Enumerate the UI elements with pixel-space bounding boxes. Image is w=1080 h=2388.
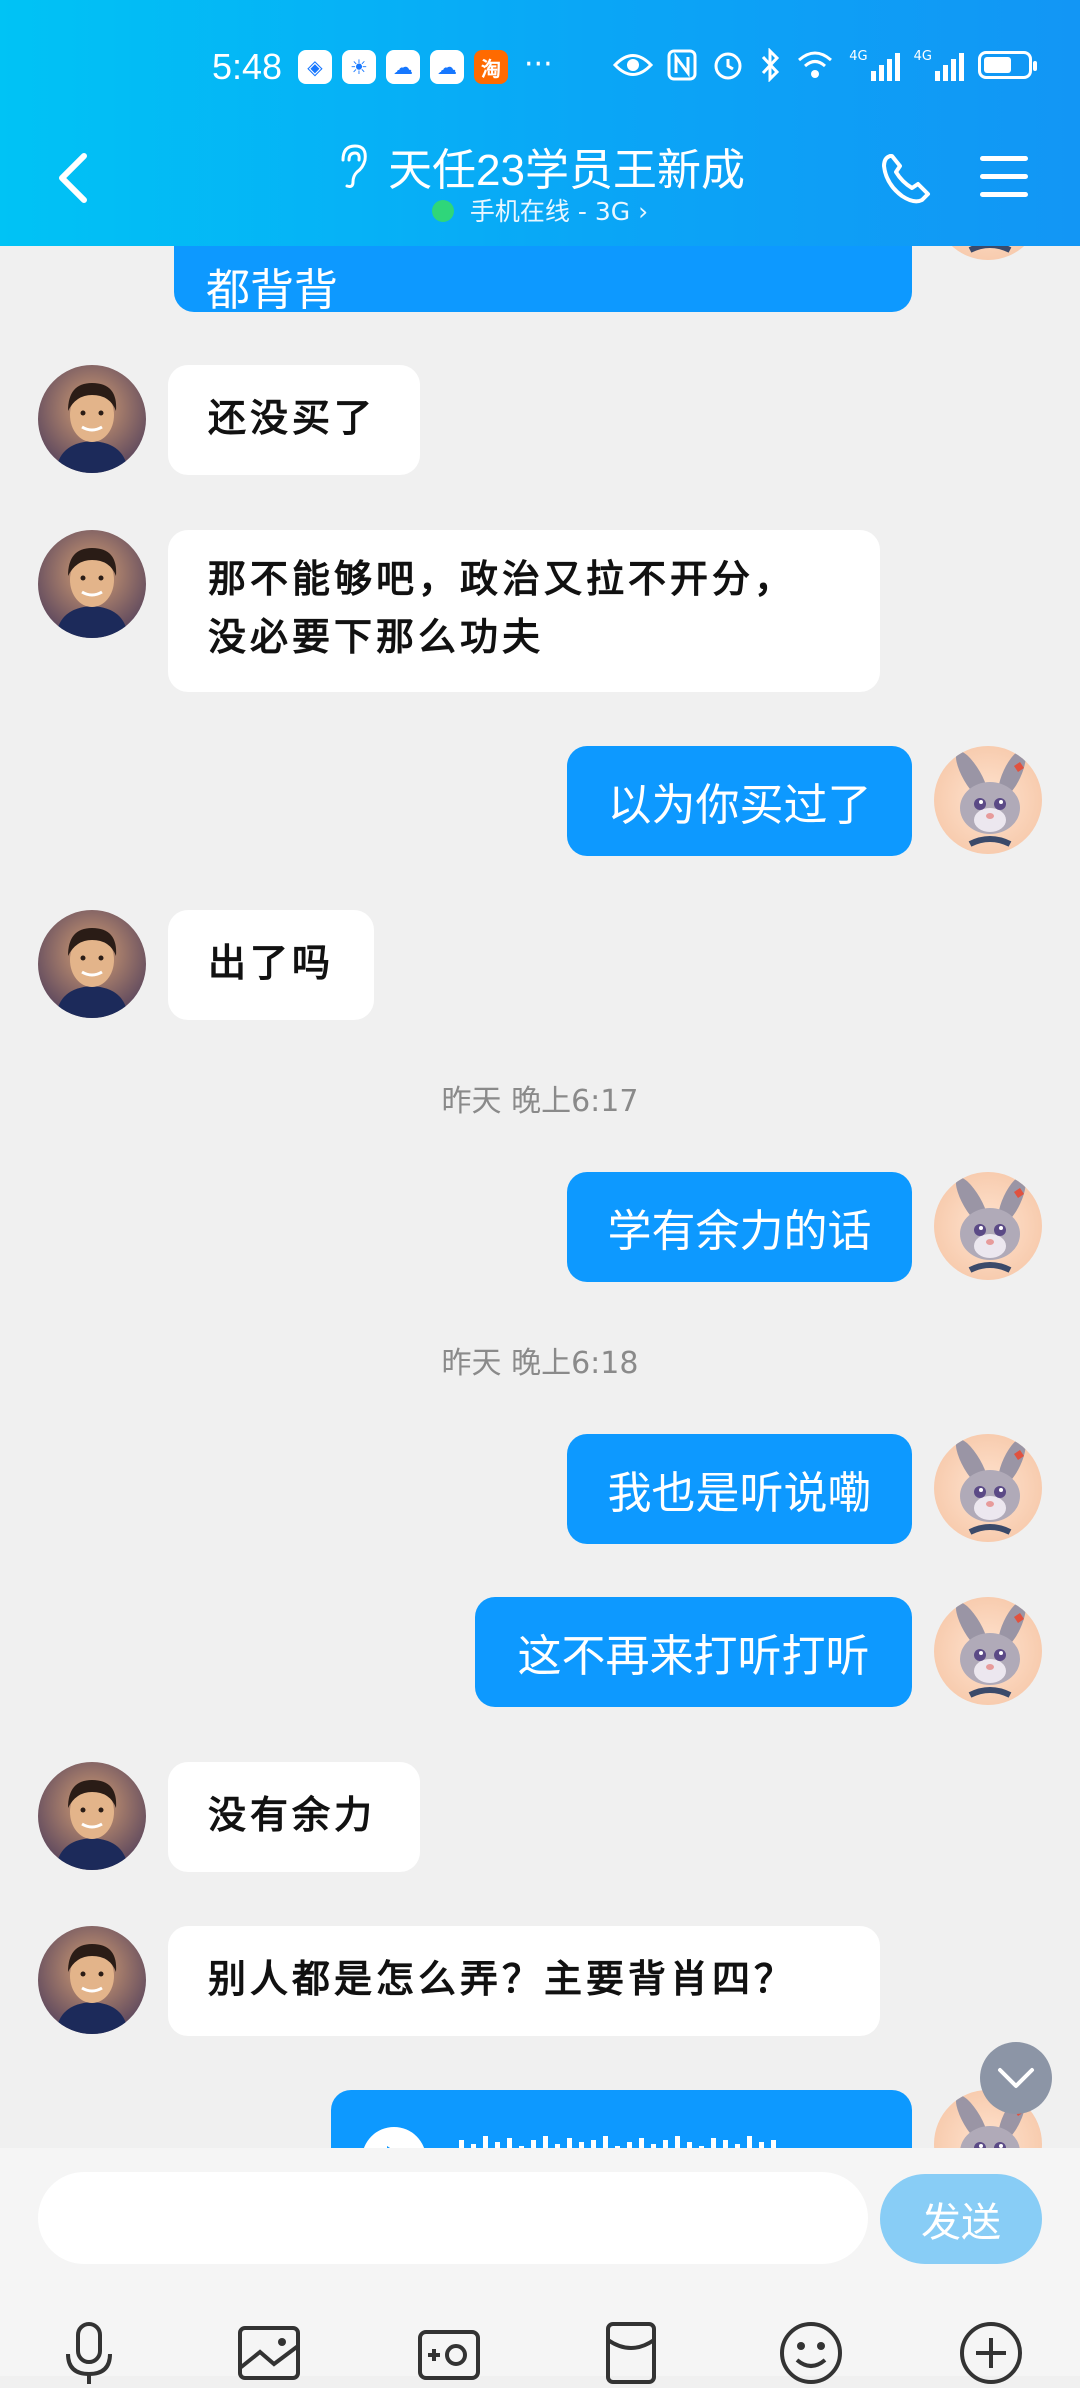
waveform-bar [567,2138,572,2148]
weather-icon: ☀ [342,50,376,84]
eye-icon [613,54,654,76]
chat-header: 5:48 ◈ ☀ ☁ ☁ 淘 ··· 4G 4G 天任23学员王新成 手机在线 … [0,0,1080,246]
mic-icon[interactable] [54,2318,124,2388]
input-bar: 发送 [0,2148,1080,2384]
my-avatar[interactable] [934,1434,1042,1542]
scroll-to-bottom-button[interactable] [980,2042,1052,2114]
taobao-icon: 淘 [474,50,508,84]
waveform-bar [507,2138,512,2148]
message-text: 还没买了 [208,395,377,440]
message-text: 出了吗 [208,940,335,985]
clock: 5:48 [212,46,283,87]
emoji-icon[interactable] [776,2318,846,2388]
waveform-bar [747,2136,752,2148]
signal-4g-icon: 4G [849,49,900,81]
alarm-icon [714,52,742,80]
message-bubble-incoming[interactable]: 别人都是怎么弄？主要背肖四？ [168,1926,880,2036]
message-bubble-outgoing[interactable]: 以为你买过了 [567,746,912,856]
my-avatar[interactable] [934,1597,1042,1705]
chevron-right-icon: › [638,197,649,226]
menu-button[interactable] [978,152,1030,202]
red-packet-icon[interactable] [596,2318,666,2388]
contact-avatar[interactable] [38,1926,146,2034]
waveform-bar [723,2140,728,2148]
waveform-bar [711,2138,716,2148]
signal-4g-icon: 4G [914,49,964,81]
my-avatar[interactable] [934,1172,1042,1280]
message-text: 以为你买过了 [607,781,872,830]
contact-avatar[interactable] [38,530,146,638]
message-text: 学有余力的话 [607,1207,872,1256]
message-bubble-incoming[interactable]: 那不能够吧，政治又拉不开分， 没必要下那么功夫 [168,530,880,692]
message-text-line: 没必要下那么功夫 [208,614,545,659]
message-input[interactable] [38,2172,868,2264]
waveform-bar [675,2136,680,2148]
browser-icon: ◈ [298,50,332,84]
message-bubble-incoming[interactable]: 还没买了 [168,365,420,475]
waveform-bar [531,2140,536,2148]
message-bubble-outgoing[interactable]: 这不再来打听打听 [475,1597,912,1707]
contact-avatar[interactable] [38,910,146,1018]
message-timestamp: 昨天 晚上6:18 [441,1346,639,1381]
chat-area[interactable]: 都背背 还没买了 那不能够吧，政治又拉不开分， 没必要下那么功夫 以为你买过了 … [0,0,1080,2148]
waveform-bar [639,2138,644,2148]
waveform-bar [771,2140,776,2148]
message-text: 我也是听说嘞 [607,1469,872,1518]
online-status-text: 手机在线 - 3G [469,197,631,226]
battery-icon [978,51,1037,79]
message-bubble-outgoing[interactable]: 我也是听说嘞 [567,1434,912,1544]
waveform-bar [543,2136,548,2148]
my-avatar[interactable] [934,746,1042,854]
system-icons: 4G 4G [613,48,1037,82]
voice-message-bubble[interactable] [331,2090,912,2148]
voice-waveform [459,2136,776,2148]
play-icon[interactable] [361,2126,427,2148]
wifi-icon [798,51,833,78]
message-text: 别人都是怎么弄？主要背肖四？ [208,1956,797,2001]
send-button[interactable]: 发送 [880,2174,1042,2264]
waveform-bar [483,2136,488,2148]
image-icon[interactable] [234,2318,304,2388]
ear-icon [341,144,367,188]
chevron-down-icon [998,2068,1034,2088]
message-timestamp: 昨天 晚上6:17 [441,1084,639,1119]
message-text: 都背背 [206,266,338,315]
waveform-bar [591,2140,596,2148]
message-bubble-incoming[interactable]: 出了吗 [168,910,374,1020]
message-text: 这不再来打听打听 [517,1632,870,1681]
cloud-icon: ☁ [430,50,464,84]
contact-name[interactable]: 天任23学员王新成 [388,134,745,198]
contact-avatar[interactable] [38,1762,146,1870]
waveform-bar [603,2136,608,2148]
waveform-bar [663,2140,668,2148]
message-bubble-incoming[interactable]: 没有余力 [168,1762,420,1872]
message-bubble-outgoing[interactable]: 学有余力的话 [567,1172,912,1282]
online-dot-icon [431,200,454,222]
nfc-icon [667,49,697,81]
message-text-line: 那不能够吧，政治又拉不开分， [208,556,797,601]
bluetooth-icon [762,48,780,82]
camera-icon[interactable] [414,2318,484,2388]
message-text: 没有余力 [208,1792,377,1837]
contact-avatar[interactable] [38,365,146,473]
cloud-icon: ☁ [386,50,420,84]
plus-icon[interactable] [956,2318,1026,2388]
more-notifications-icon: ··· [524,47,553,82]
phone-call-button[interactable] [878,150,934,206]
status-bar: 5:48 ◈ ☀ ☁ ☁ 淘 ··· 4G 4G [0,40,1080,96]
notification-icons: ◈ ☀ ☁ ☁ 淘 ··· [298,50,553,84]
waveform-bar [459,2140,464,2148]
